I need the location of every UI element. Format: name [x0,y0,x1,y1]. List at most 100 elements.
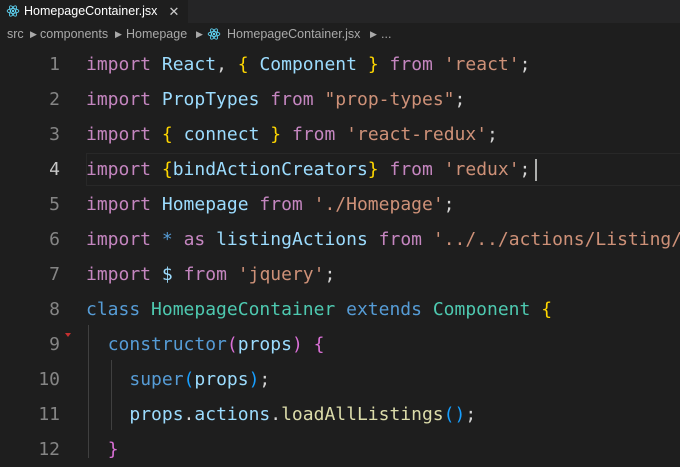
code-token: PropTypes [161,89,260,110]
code-token: loadAllListings [281,404,444,425]
breadcrumb-item-symbols[interactable]: ... [381,23,391,45]
code-token: { [313,334,325,355]
breadcrumb-item-components[interactable]: components [40,23,108,45]
code-token: connect [183,124,260,145]
code-token: from [183,264,227,285]
code-token: import [86,89,152,110]
code-token: { [161,124,173,145]
code-text: import PropTypes from "prop-types"; [86,82,465,117]
breadcrumb-item-file[interactable]: HomepageContainer.jsx [227,23,360,45]
line-number: 6 [49,229,60,250]
code-line[interactable]: 2 import PropTypes from "prop-types"; [0,82,680,117]
code-text: import React, { Component } from 'react'… [86,47,530,82]
code-text: } [86,432,119,467]
code-text: class HomepageContainer extends Componen… [86,292,552,327]
code-token: from [259,194,303,215]
code-token: } [107,439,119,460]
close-icon[interactable]: ✕ [166,0,182,23]
code-token: from [378,229,423,250]
code-line[interactable]: 9 constructor(props) { [0,327,680,362]
code-text: import $ from 'jquery'; [86,257,335,292]
code-token: as [183,229,206,250]
code-line[interactable]: 7 import $ from 'jquery'; [0,257,680,292]
code-token: './Homepage' [313,194,444,215]
line-number: 9 [49,334,60,355]
code-token: } [270,124,282,145]
code-token: ) [248,369,260,390]
code-token: ; [454,89,466,110]
code-token: extends [346,299,422,320]
code-line[interactable]: 1 import React, { Component } from 'react… [0,47,680,82]
code-line[interactable]: 8 class HomepageContainer extends Compone… [0,292,680,327]
code-token: ; [519,54,531,75]
code-token: ; [487,124,498,145]
code-text: super(props); [86,362,270,397]
code-token: listingActions [216,229,368,250]
code-line[interactable]: 6 import * as listingActions from '../../… [0,222,680,257]
code-token: import [86,194,152,215]
code-token: { [161,159,173,180]
code-editor[interactable]: 1 import React, { Component } from 'react… [0,45,680,460]
code-token: from [291,124,336,145]
code-token: 'jquery' [237,264,325,285]
code-line[interactable]: 12 } [0,432,680,467]
code-token: ; [465,404,477,425]
code-token: props [129,404,184,425]
code-line[interactable]: 3 import { connect } from 'react-redux'; [0,117,680,152]
line-number: 11 [38,404,60,425]
code-token: React [161,54,217,75]
line-number: 5 [49,194,60,215]
code-token: import [86,54,152,75]
code-token: Homepage [161,194,249,215]
code-token: 'react-redux' [346,124,488,145]
code-token: { [541,299,553,320]
line-number: 12 [38,439,60,460]
breadcrumb: src ▶ components ▶ Homepage ▶ HomepageCo… [0,23,680,45]
editor-tab[interactable]: HomepageContainer.jsx ✕ [0,0,188,23]
breadcrumb-item-homepage[interactable]: Homepage [126,23,187,45]
code-token: Component [259,54,357,75]
code-token: "prop-types" [324,89,455,110]
code-token: bindActionCreators [172,159,368,180]
code-token: * [161,229,173,250]
code-token: ) [291,334,303,355]
code-text: import {bindActionCreators} from 'redux'… [86,152,530,187]
line-number: 1 [49,54,60,75]
code-token: , [216,54,238,75]
code-token: { [237,54,249,75]
code-line[interactable]: 5 import Homepage from './Homepage'; [0,187,680,222]
code-line[interactable]: 4 import {bindActionCreators} from 'redux… [0,152,680,187]
code-line[interactable]: 10 super(props); [0,362,680,397]
code-token: . [270,404,282,425]
code-line[interactable]: 11 props.actions.loadAllListings(); [0,397,680,432]
breadcrumb-item-src[interactable]: src [7,23,24,45]
chevron-right-icon: ▶ [115,29,122,39]
code-token: from [389,54,433,75]
line-number: 3 [49,124,60,145]
